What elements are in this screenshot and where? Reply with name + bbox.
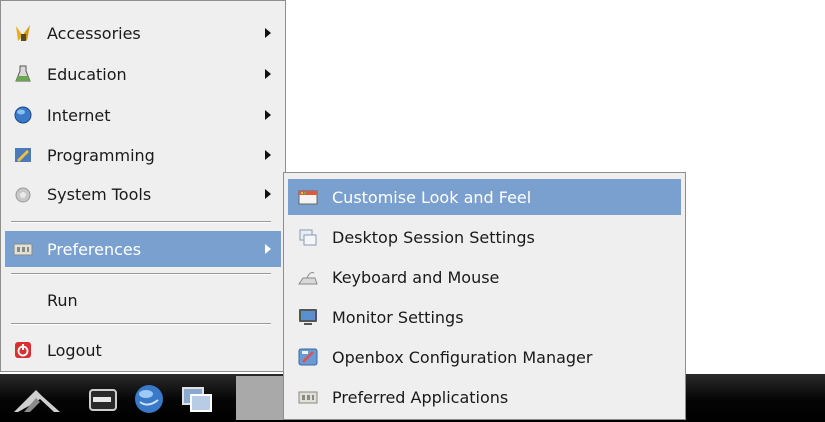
- submenu-arrow-icon: [265, 150, 271, 160]
- menu-item-programming[interactable]: Programming: [5, 137, 281, 173]
- submenu-item-keyboard-and-mouse[interactable]: Keyboard and Mouse: [288, 259, 681, 295]
- menu-item-preferences[interactable]: Preferences: [5, 231, 281, 267]
- submenu-item-desktop-session-settings[interactable]: Desktop Session Settings: [288, 219, 681, 255]
- preferences-icon: [13, 239, 33, 259]
- menu-item-internet[interactable]: Internet: [5, 97, 281, 133]
- desktop-session-icon: [298, 227, 318, 247]
- submenu-arrow-icon: [265, 69, 271, 79]
- menu-item-label: Logout: [47, 340, 102, 360]
- main-menu: Accessories Education Internet Programmi…: [0, 0, 286, 372]
- menu-item-label: Openbox Configuration Manager: [332, 347, 593, 367]
- openbox-config-icon: [298, 347, 318, 367]
- menu-item-label: Preferred Applications: [332, 387, 509, 407]
- menu-item-run[interactable]: Run: [5, 282, 281, 318]
- browser-globe-icon[interactable]: [132, 382, 166, 416]
- start-menu-icon[interactable]: [10, 382, 66, 416]
- run-icon-placeholder: [13, 290, 33, 310]
- menu-item-system-tools[interactable]: System Tools: [5, 176, 281, 212]
- education-icon: [13, 64, 33, 84]
- keyboard-icon: [298, 267, 318, 287]
- menu-item-label: Internet: [47, 105, 111, 125]
- terminal-icon[interactable]: [86, 382, 120, 416]
- menu-item-label: Accessories: [47, 23, 141, 43]
- monitor-icon: [298, 307, 318, 327]
- menu-separator: [11, 273, 271, 275]
- logout-icon: [13, 340, 33, 360]
- submenu-arrow-icon: [265, 244, 271, 254]
- submenu-arrow-icon: [265, 110, 271, 120]
- system-tools-icon: [13, 184, 33, 204]
- submenu-item-preferred-applications[interactable]: Preferred Applications: [288, 379, 681, 415]
- internet-icon: [13, 105, 33, 125]
- accessories-icon: [13, 23, 33, 43]
- menu-item-label: Education: [47, 64, 127, 84]
- menu-item-label: System Tools: [47, 184, 152, 204]
- desktop-windows-icon[interactable]: [180, 382, 214, 416]
- submenu-item-customise-look-and-feel[interactable]: Customise Look and Feel: [288, 179, 681, 215]
- menu-item-label: Programming: [47, 145, 155, 165]
- taskbar-empty-slot: [236, 376, 286, 420]
- submenu-item-openbox-configuration-manager[interactable]: Openbox Configuration Manager: [288, 339, 681, 375]
- menu-item-label: Desktop Session Settings: [332, 227, 535, 247]
- preferences-submenu: Customise Look and Feel Desktop Session …: [283, 172, 686, 420]
- menu-item-logout[interactable]: Logout: [5, 332, 281, 368]
- preferred-applications-icon: [298, 387, 318, 407]
- menu-item-label: Monitor Settings: [332, 307, 464, 327]
- submenu-item-monitor-settings[interactable]: Monitor Settings: [288, 299, 681, 335]
- menu-item-accessories[interactable]: Accessories: [5, 15, 281, 51]
- menu-item-label: Keyboard and Mouse: [332, 267, 500, 287]
- menu-item-label: Run: [47, 290, 78, 310]
- look-and-feel-icon: [298, 187, 318, 207]
- menu-separator: [11, 221, 271, 223]
- submenu-arrow-icon: [265, 189, 271, 199]
- menu-item-label: Customise Look and Feel: [332, 187, 532, 207]
- programming-icon: [13, 145, 33, 165]
- menu-item-label: Preferences: [47, 239, 142, 259]
- menu-item-education[interactable]: Education: [5, 56, 281, 92]
- menu-separator: [11, 323, 271, 325]
- submenu-arrow-icon: [265, 28, 271, 38]
